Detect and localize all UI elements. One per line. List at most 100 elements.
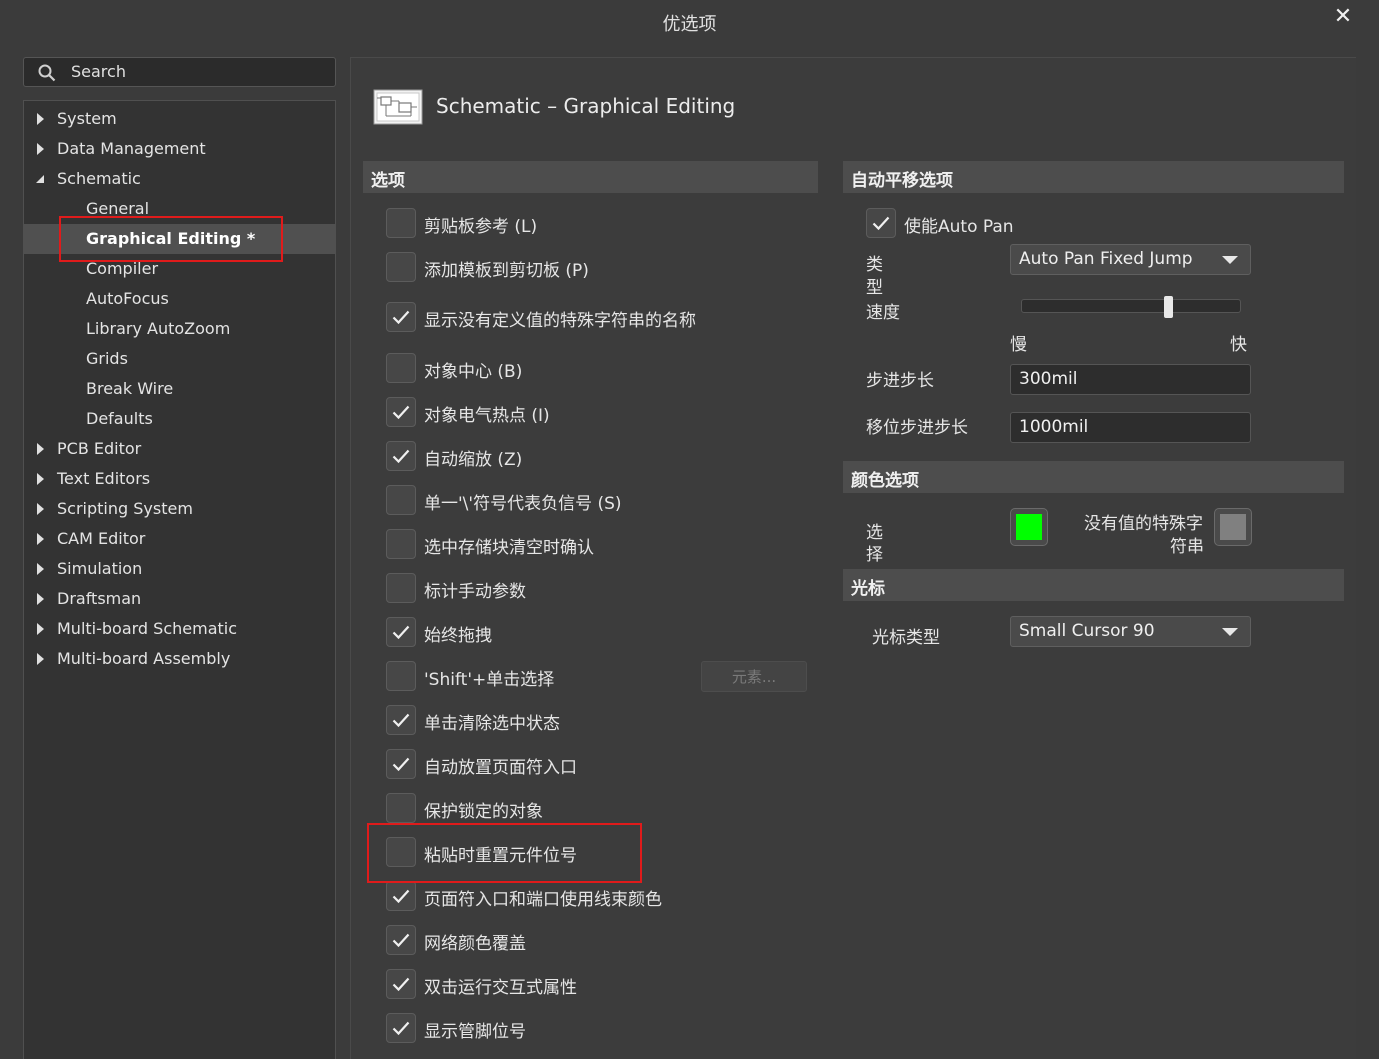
check-icon	[392, 405, 410, 420]
option-checkbox[interactable]	[386, 529, 416, 559]
caret-collapsed-icon[interactable]	[35, 614, 47, 644]
tree-item[interactable]: General	[24, 194, 335, 224]
check-icon	[392, 625, 410, 640]
option-label: 单一'\'符号代表负信号 (S)	[424, 494, 622, 514]
autopan-fast-label: 快	[1230, 335, 1247, 355]
cursor-section-title: 光标	[851, 579, 885, 599]
search-box[interactable]: Search	[23, 57, 336, 87]
tree-item-label: Compiler	[86, 259, 159, 278]
tree-item[interactable]: Compiler	[24, 254, 335, 284]
autopan-speed-slider-handle[interactable]	[1164, 296, 1173, 318]
option-checkbox[interactable]	[386, 1013, 416, 1043]
option-checkbox[interactable]	[386, 925, 416, 955]
autopan-type-label-1: 类	[866, 255, 883, 275]
tree-item[interactable]: Schematic	[24, 164, 335, 194]
tree-item-label: Library AutoZoom	[86, 319, 231, 338]
tree-item-label: Text Editors	[57, 469, 151, 488]
option-label: 单击清除选中状态	[424, 714, 560, 734]
cursor-type-value: Small Cursor 90	[1019, 621, 1155, 641]
tree-item[interactable]: Grids	[24, 344, 335, 374]
chevron-down-icon	[1222, 256, 1238, 264]
option-checkbox[interactable]	[386, 397, 416, 427]
option-checkbox[interactable]	[386, 353, 416, 383]
option-label: 显示管脚位号	[424, 1022, 526, 1042]
page-title: Schematic – Graphical Editing	[436, 94, 736, 118]
tree-item[interactable]: System	[24, 104, 335, 134]
autopan-speed-slider[interactable]	[1021, 299, 1241, 313]
option-checkbox[interactable]	[386, 969, 416, 999]
option-checkbox[interactable]	[386, 793, 416, 823]
option-label: 自动缩放 (Z)	[424, 450, 523, 470]
tree-item[interactable]: Library AutoZoom	[24, 314, 335, 344]
option-checkbox[interactable]	[386, 485, 416, 515]
check-icon	[392, 933, 410, 948]
special-string-color-label-2: 符串	[1170, 537, 1204, 557]
caret-collapsed-icon[interactable]	[35, 464, 47, 494]
option-checkbox[interactable]	[386, 705, 416, 735]
caret-collapsed-icon[interactable]	[35, 104, 47, 134]
caret-collapsed-icon[interactable]	[35, 524, 47, 554]
caret-collapsed-icon[interactable]	[35, 584, 47, 614]
caret-collapsed-icon[interactable]	[35, 554, 47, 584]
tree-item[interactable]: CAM Editor	[24, 524, 335, 554]
autopan-shift-step-input[interactable]: 1000mil	[1010, 412, 1251, 443]
option-label: 添加模板到剪切板 (P)	[424, 261, 589, 281]
tree-item-label: Multi-board Schematic	[57, 619, 238, 638]
option-checkbox[interactable]	[386, 661, 416, 691]
colors-section-title: 颜色选项	[851, 471, 919, 491]
tree-item[interactable]: Multi-board Assembly	[24, 644, 335, 674]
tree-item[interactable]: AutoFocus	[24, 284, 335, 314]
caret-expanded-icon[interactable]	[35, 164, 47, 194]
tree-item[interactable]: Break Wire	[24, 374, 335, 404]
tree-item[interactable]: Draftsman	[24, 584, 335, 614]
tree-item[interactable]: Multi-board Schematic	[24, 614, 335, 644]
tree-item[interactable]: Text Editors	[24, 464, 335, 494]
option-checkbox[interactable]	[386, 617, 416, 647]
tree-item[interactable]: Data Management	[24, 134, 335, 164]
tree-item[interactable]: Simulation	[24, 554, 335, 584]
category-tree: System Data Management Schematic General Gra…	[23, 100, 336, 1059]
special-string-color-swatch[interactable]	[1214, 508, 1252, 546]
close-icon[interactable]: ✕	[1330, 4, 1356, 30]
option-checkbox[interactable]	[386, 749, 416, 779]
autopan-step-input[interactable]: 300mil	[1010, 364, 1251, 395]
check-icon	[392, 713, 410, 728]
tree-item-label: Data Management	[57, 139, 206, 158]
caret-collapsed-icon[interactable]	[35, 434, 47, 464]
autopan-enable-checkbox[interactable]	[866, 208, 896, 238]
caret-collapsed-icon[interactable]	[35, 494, 47, 524]
option-label: 对象电气热点 (I)	[424, 406, 550, 426]
option-label: 网络颜色覆盖	[424, 934, 526, 954]
option-label: 选中存储块清空时确认	[424, 538, 594, 558]
option-checkbox[interactable]	[386, 441, 416, 471]
option-checkbox[interactable]	[386, 881, 416, 911]
autopan-enable-label: 使能Auto Pan	[904, 217, 1014, 237]
option-checkbox[interactable]	[386, 252, 416, 282]
select-color-swatch[interactable]	[1010, 508, 1048, 546]
caret-collapsed-icon[interactable]	[35, 644, 47, 674]
cursor-type-dropdown[interactable]: Small Cursor 90	[1010, 616, 1251, 647]
option-checkbox[interactable]	[386, 208, 416, 238]
tree-item[interactable]: PCB Editor	[24, 434, 335, 464]
option-label: 剪贴板参考 (L)	[424, 217, 538, 237]
tree-item[interactable]: Defaults	[24, 404, 335, 434]
options-section-title: 选项	[371, 171, 405, 191]
elements-button[interactable]: 元素...	[701, 661, 807, 692]
option-checkbox[interactable]	[386, 573, 416, 603]
tree-item-label: Grids	[86, 349, 128, 368]
tree-item-label: Draftsman	[57, 589, 142, 608]
option-checkbox[interactable]	[386, 302, 416, 332]
search-input[interactable]: Search	[71, 62, 126, 81]
caret-collapsed-icon[interactable]	[35, 134, 47, 164]
select-color-fill	[1016, 514, 1042, 540]
option-checkbox[interactable]	[386, 837, 416, 867]
autopan-type-dropdown[interactable]: Auto Pan Fixed Jump	[1010, 244, 1251, 275]
check-icon	[392, 449, 410, 464]
autopan-section-title: 自动平移选项	[851, 171, 953, 191]
option-label: 双击运行交互式属性	[424, 978, 577, 998]
tree-item[interactable]: Scripting System	[24, 494, 335, 524]
tree-item[interactable]: Graphical Editing *	[24, 224, 335, 254]
autopan-type-value: Auto Pan Fixed Jump	[1019, 249, 1193, 269]
option-label: 始终拖拽	[424, 626, 492, 646]
tree-item-label: Graphical Editing *	[86, 229, 256, 248]
